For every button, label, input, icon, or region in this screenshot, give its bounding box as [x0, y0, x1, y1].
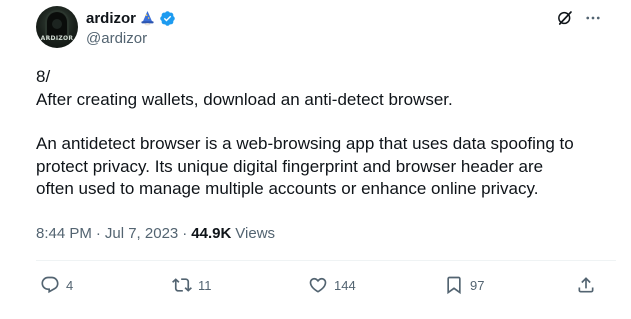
share-icon — [576, 275, 596, 295]
reply-button[interactable]: 4 — [40, 272, 73, 298]
like-button[interactable]: 144 — [308, 272, 356, 298]
grok-icon[interactable] — [556, 9, 574, 27]
tweet-time[interactable]: 8:44 PM — [36, 225, 92, 242]
meta-separator: · — [95, 225, 101, 242]
author-name-row: ardizor — [86, 9, 176, 27]
tweet-text-line: protect privacy. Its unique digital fing… — [36, 156, 544, 176]
meta-separator: · — [182, 225, 188, 242]
tweet-date[interactable]: Jul 7, 2023 — [105, 225, 178, 242]
author-display-name[interactable]: ardizor — [86, 10, 136, 27]
like-count: 144 — [334, 277, 356, 293]
bookmark-count: 97 — [470, 277, 485, 293]
verified-badge-icon[interactable] — [159, 10, 176, 27]
tweet-text: 8/ After creating wallets, download an a… — [36, 66, 616, 201]
wizard-icon — [140, 10, 155, 26]
tweet-card: ARDIZOR ardizor @ardizor 8/ After creati… — [0, 0, 631, 319]
tweet-meta: 8:44 PM · Jul 7, 2023 · 44.9K Views — [36, 225, 275, 242]
tweet-text-line: often used to manage multiple accounts o… — [36, 179, 539, 198]
reply-icon — [40, 275, 60, 295]
views-label: Views — [235, 225, 276, 242]
tweet-text-line: An antidetect browser is a web-browsing … — [36, 134, 574, 153]
tweet-text-line: After creating wallets, download an anti… — [36, 89, 453, 109]
action-bar: 4 11 144 97 — [36, 272, 596, 298]
repost-icon — [172, 275, 192, 295]
bookmark-button[interactable]: 97 — [444, 272, 484, 298]
more-options-icon[interactable] — [584, 9, 602, 27]
avatar[interactable]: ARDIZOR — [36, 6, 78, 48]
avatar-text: ARDIZOR — [40, 35, 74, 42]
repost-button[interactable]: 11 — [172, 272, 212, 298]
author-handle[interactable]: @ardizor — [86, 30, 147, 47]
divider — [36, 260, 616, 261]
tweet-text-line: 8/ — [36, 67, 51, 86]
share-button[interactable] — [576, 272, 596, 298]
views-count: 44.9K — [191, 225, 232, 242]
repost-count: 11 — [198, 277, 212, 293]
heart-icon — [308, 275, 328, 295]
bookmark-icon — [444, 275, 464, 295]
reply-count: 4 — [66, 277, 74, 293]
avatar-face — [52, 19, 62, 29]
